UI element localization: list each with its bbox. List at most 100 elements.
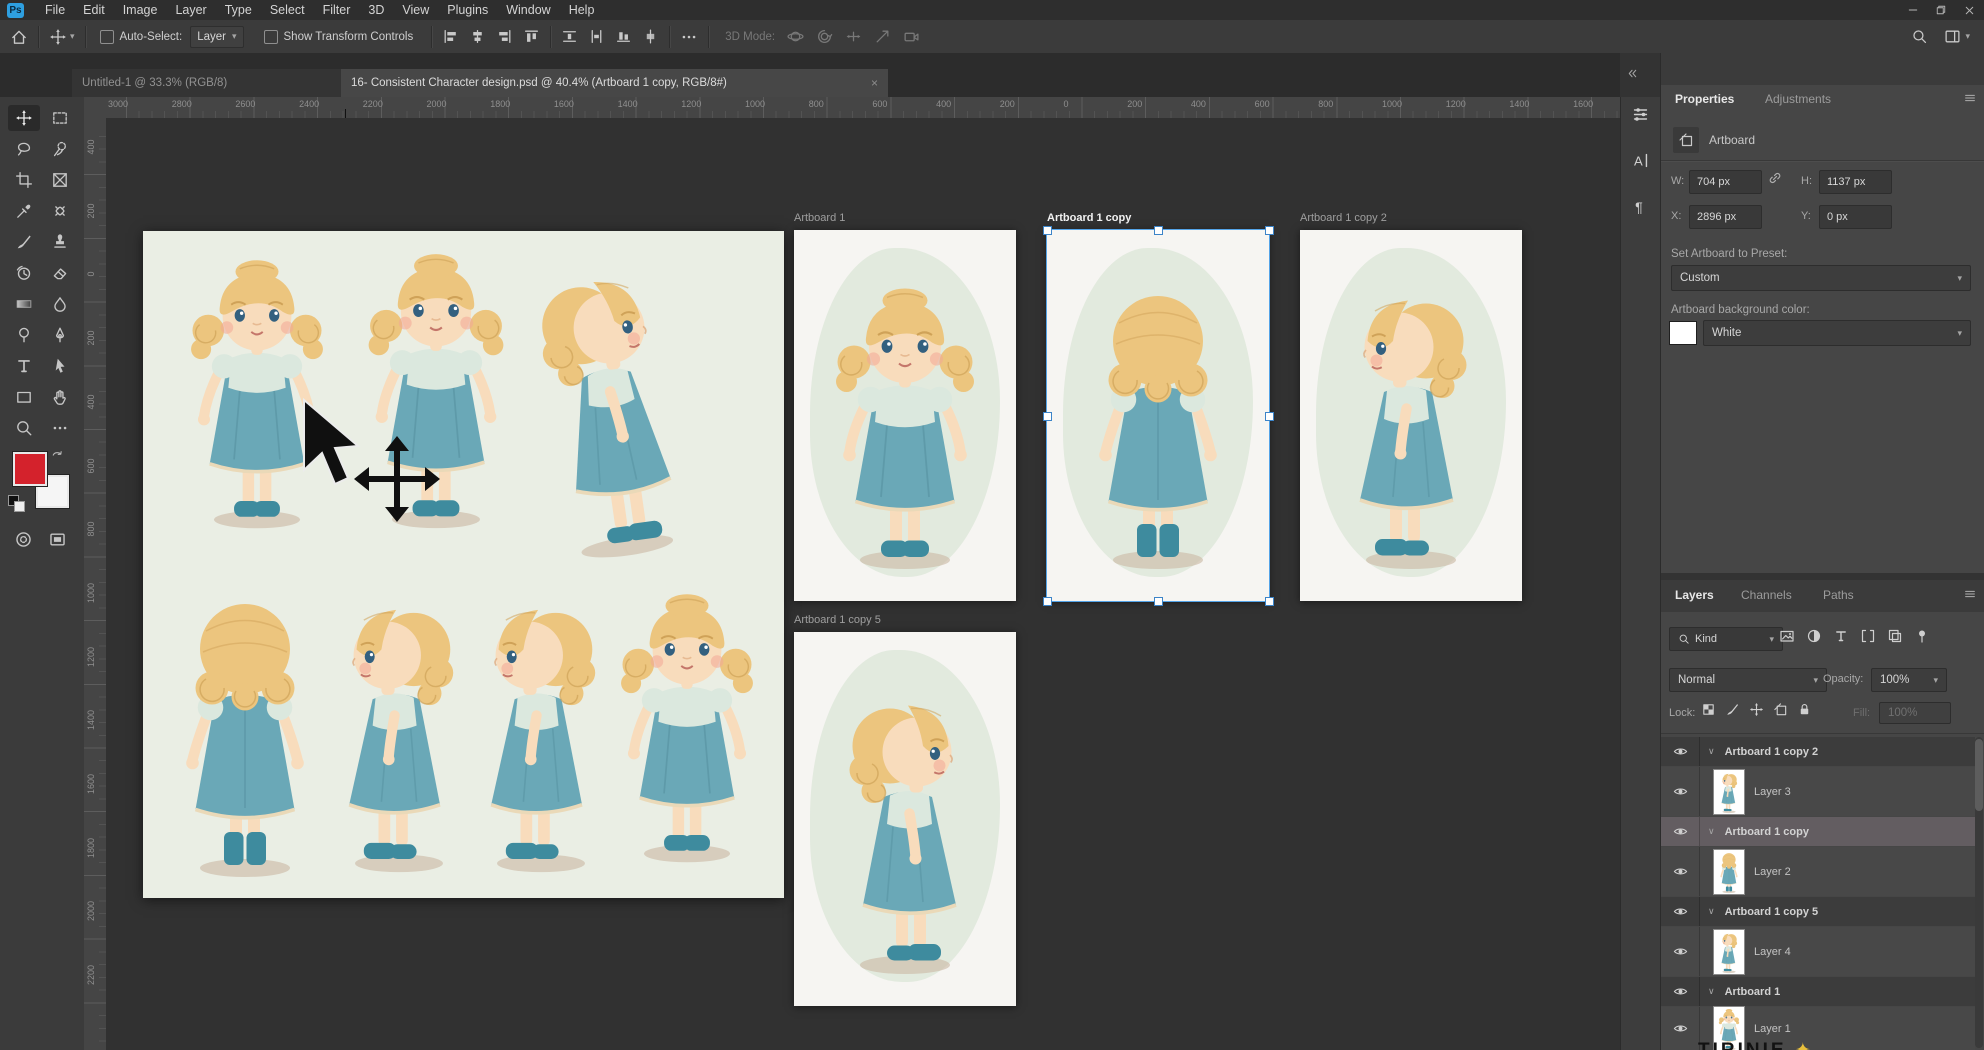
visibility-toggle[interactable] bbox=[1661, 927, 1700, 976]
dodge-tool[interactable] bbox=[8, 322, 40, 348]
link-dimensions-icon[interactable] bbox=[1767, 170, 1783, 186]
frame-tool[interactable] bbox=[44, 167, 76, 193]
tab-channels[interactable]: Channels bbox=[1741, 588, 1792, 602]
lock-move-icon[interactable] bbox=[1749, 702, 1764, 717]
menu-window[interactable]: Window bbox=[497, 1, 559, 19]
screen-mode-icon[interactable] bbox=[48, 530, 67, 549]
quick-mask-button[interactable] bbox=[14, 530, 33, 549]
swap-colors-icon[interactable] bbox=[50, 449, 65, 464]
artboard-bg-swatch[interactable] bbox=[1669, 321, 1697, 345]
more-align-options-icon[interactable] bbox=[680, 28, 698, 46]
visibility-toggle[interactable] bbox=[1661, 897, 1700, 926]
zoom-tool[interactable] bbox=[8, 415, 40, 441]
minimize-icon[interactable] bbox=[1907, 4, 1919, 16]
show-transform-checkbox[interactable] bbox=[264, 30, 278, 44]
crop-tool[interactable] bbox=[8, 167, 40, 193]
lock-brush-icon[interactable] bbox=[1725, 702, 1740, 717]
close-tab-icon[interactable]: × bbox=[871, 76, 878, 90]
move-tool[interactable] bbox=[8, 105, 40, 131]
layer-group-row[interactable]: ∨Artboard 1 copy bbox=[1661, 817, 1975, 846]
dist-middle-icon[interactable] bbox=[588, 28, 605, 45]
lock-lock-lock-icon[interactable] bbox=[1797, 702, 1812, 717]
expand-group-icon[interactable]: ∨ bbox=[1708, 986, 1715, 997]
document-tab-1[interactable]: Untitled-1 @ 33.3% (RGB/8)× bbox=[72, 69, 360, 97]
pen-tool[interactable] bbox=[44, 322, 76, 348]
filter-type-icon[interactable] bbox=[1833, 628, 1849, 644]
filter-brackets-icon[interactable] bbox=[1860, 628, 1876, 644]
panel-character-button[interactable]: A bbox=[1631, 151, 1650, 170]
screen-mode-button[interactable] bbox=[48, 530, 67, 549]
menu-help[interactable]: Help bbox=[560, 1, 604, 19]
auto-select-checkbox[interactable] bbox=[100, 30, 114, 44]
visibility-toggle[interactable] bbox=[1661, 737, 1700, 766]
tab-adjustments[interactable]: Adjustments bbox=[1765, 92, 1831, 106]
path-selection-tool[interactable] bbox=[44, 353, 76, 379]
visibility-toggle[interactable] bbox=[1661, 847, 1700, 896]
panel-paragraph-button[interactable]: ¶ bbox=[1631, 197, 1650, 216]
dist-top-icon[interactable] bbox=[561, 28, 578, 45]
artboard-4[interactable] bbox=[794, 632, 1016, 1006]
artboard-label[interactable]: Artboard 1 copy bbox=[1047, 212, 1269, 226]
align-top-icon[interactable] bbox=[523, 28, 540, 45]
horizontal-ruler[interactable]: 3000280026002400220020001800160014001200… bbox=[106, 97, 1620, 119]
layer-group-row[interactable]: ∨Artboard 1 bbox=[1661, 977, 1975, 1006]
layer-row[interactable]: Layer 3 bbox=[1661, 767, 1975, 816]
tab-paths[interactable]: Paths bbox=[1823, 588, 1854, 602]
layer-thumbnail[interactable] bbox=[1714, 770, 1744, 814]
hand-tool[interactable] bbox=[44, 384, 76, 410]
search-button[interactable] bbox=[1911, 28, 1928, 45]
menu-edit[interactable]: Edit bbox=[74, 1, 114, 19]
visibility-toggle[interactable] bbox=[1661, 817, 1700, 846]
panel-divider[interactable] bbox=[1661, 573, 1984, 580]
home-icon[interactable] bbox=[10, 28, 28, 46]
layers-panel-menu-icon[interactable] bbox=[1963, 587, 1977, 601]
clone-stamp-tool[interactable] bbox=[44, 229, 76, 255]
preset-dropdown[interactable]: Custom ▾ bbox=[1671, 265, 1971, 291]
menu-filter[interactable]: Filter bbox=[314, 1, 360, 19]
panel-menu-icon[interactable] bbox=[1963, 91, 1977, 105]
expand-group-icon[interactable]: ∨ bbox=[1708, 746, 1715, 757]
menu-type[interactable]: Type bbox=[216, 1, 261, 19]
artboard-label[interactable]: Artboard 1 copy 5 bbox=[794, 614, 1016, 628]
layer-thumbnail[interactable] bbox=[1714, 850, 1744, 894]
collapse-panels-button[interactable] bbox=[1626, 67, 1639, 80]
move-tool-options-icon[interactable] bbox=[49, 28, 67, 46]
menu-plugins[interactable]: Plugins bbox=[438, 1, 497, 19]
app-logo-icon[interactable]: Ps bbox=[7, 3, 24, 18]
marquee-tool[interactable] bbox=[44, 105, 76, 131]
dist-vertical-icon[interactable] bbox=[642, 28, 659, 45]
artboard-1[interactable] bbox=[794, 230, 1016, 601]
object-selection-tool[interactable] bbox=[44, 136, 76, 162]
filter-smart-icon[interactable] bbox=[1887, 628, 1903, 644]
swap-colors-icon[interactable] bbox=[50, 449, 65, 464]
vertical-ruler[interactable]: 4002000200400600800100012001400160018002… bbox=[84, 118, 107, 1050]
gradient-tool[interactable] bbox=[8, 291, 40, 317]
panel-menu-icon[interactable] bbox=[1963, 587, 1977, 601]
artboard-2[interactable] bbox=[1047, 230, 1269, 601]
workspace-switcher-icon[interactable] bbox=[1944, 28, 1961, 45]
x-field[interactable]: 2896 px bbox=[1689, 205, 1762, 229]
artboard-bg-dropdown[interactable]: White ▾ bbox=[1703, 320, 1971, 346]
lasso-tool[interactable] bbox=[8, 136, 40, 162]
character-sheet-image[interactable] bbox=[143, 231, 784, 898]
tab-properties[interactable]: Properties bbox=[1675, 92, 1734, 106]
menu-select[interactable]: Select bbox=[261, 1, 314, 19]
artboard-3[interactable] bbox=[1300, 230, 1522, 601]
panel-brush-settings-button[interactable] bbox=[1631, 105, 1650, 124]
expand-group-icon[interactable]: ∨ bbox=[1708, 906, 1715, 917]
filter-image-icon[interactable] bbox=[1779, 628, 1795, 644]
search-icon[interactable] bbox=[1911, 28, 1928, 45]
collapse-strip-icon[interactable] bbox=[1626, 67, 1639, 80]
align-right-icon[interactable] bbox=[496, 28, 513, 45]
brush-tool[interactable] bbox=[8, 229, 40, 255]
tab-layers[interactable]: Layers bbox=[1675, 588, 1714, 602]
layer-thumbnail[interactable] bbox=[1714, 930, 1744, 974]
width-field[interactable]: 704 px bbox=[1689, 170, 1762, 194]
eraser-tool[interactable] bbox=[44, 260, 76, 286]
restore-window-icon[interactable] bbox=[1935, 4, 1947, 16]
workspace-switcher-button[interactable]: ▾ bbox=[1944, 28, 1970, 45]
menu-layer[interactable]: Layer bbox=[166, 1, 215, 19]
menu-view[interactable]: View bbox=[393, 1, 438, 19]
current-tool-button[interactable]: ▾ bbox=[49, 28, 75, 46]
visibility-toggle[interactable] bbox=[1661, 977, 1700, 1006]
